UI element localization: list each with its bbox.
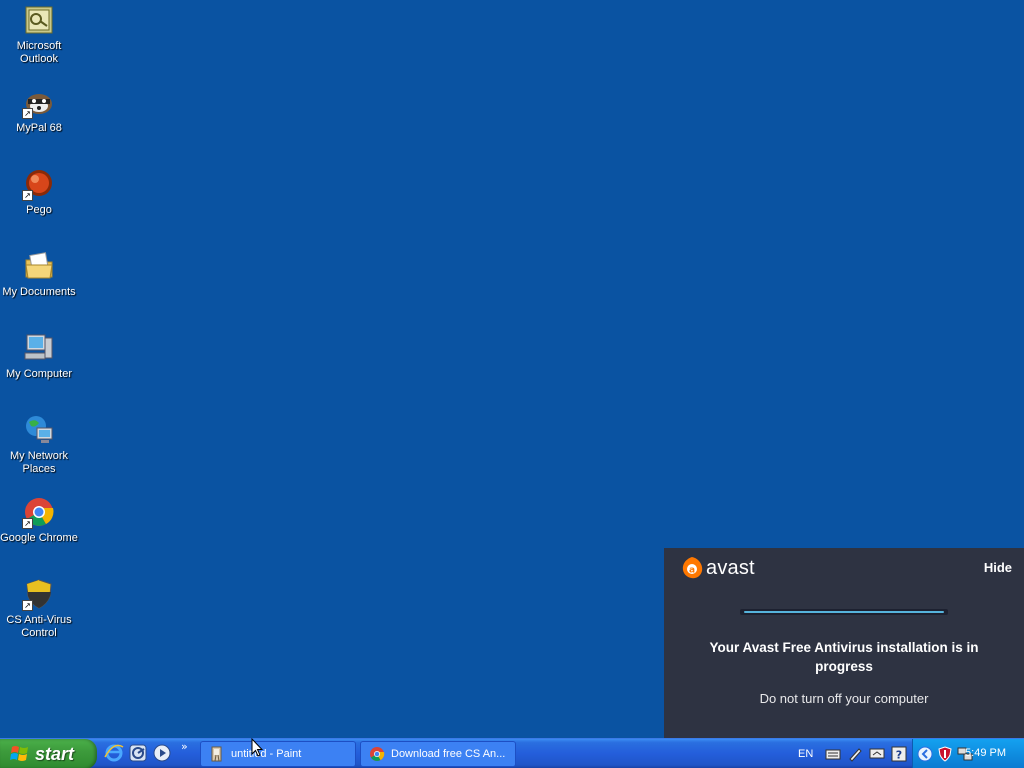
taskbar-clock[interactable]: 5:49 PM	[965, 747, 1006, 759]
install-status-subtitle: Do not turn off your computer	[759, 691, 929, 706]
chrome-icon: ↗	[22, 496, 55, 529]
shortcut-arrow-icon: ↗	[22, 108, 33, 119]
shortcut-arrow-icon: ↗	[22, 600, 33, 611]
chevron-left-icon[interactable]	[917, 746, 933, 762]
desktop-icon-my-computer[interactable]: My Computer	[0, 332, 78, 381]
taskbar: start » untitled - Paint Download free C…	[0, 738, 1024, 768]
desktop-icon-my-documents[interactable]: My Documents	[0, 250, 78, 299]
outlook-icon	[23, 4, 55, 36]
desktop-icon-label: Google Chrome	[0, 532, 78, 544]
desktop-icon-cs-antivirus[interactable]: ↗ CS Anti-Virus Control	[0, 578, 78, 640]
install-status-title: Your Avast Free Antivirus installation i…	[709, 640, 979, 674]
mouse-cursor-icon	[251, 738, 263, 757]
desktop-icon-label: Pego	[26, 204, 52, 216]
media-player-icon[interactable]	[152, 743, 172, 763]
shortcut-arrow-icon: ↗	[22, 518, 33, 529]
computer-icon	[23, 332, 55, 364]
quick-launch-chevron[interactable]: »	[181, 740, 188, 753]
network-icon	[23, 414, 55, 446]
avast-install-popup: a avast Hide Your Avast Free Antivirus i…	[664, 548, 1024, 738]
pego-icon: ↗	[22, 168, 55, 201]
desktop-icon-label: My Computer	[5, 368, 73, 380]
desktop-icon-mypal[interactable]: ↗ MyPal 68	[0, 86, 78, 135]
desktop-icon-google-chrome[interactable]: ↗ Google Chrome	[0, 496, 78, 545]
help-icon[interactable]: ?	[891, 746, 907, 762]
svg-text:?: ?	[896, 749, 902, 762]
taskbar-button-label: Download free CS An...	[391, 748, 506, 760]
desktop-icon-label: My Documents	[2, 286, 76, 298]
taskbar-button-label: untitled - Paint	[231, 748, 302, 760]
desktop-icon-pego[interactable]: ↗ Pego	[0, 168, 78, 217]
documents-folder-icon	[23, 250, 55, 282]
language-bar: EN ?	[792, 739, 912, 768]
desktop-icon-label: CS Anti-Virus Control	[6, 614, 72, 639]
paint-icon	[211, 746, 222, 762]
shield-icon: ↗	[22, 578, 55, 611]
taskbar-button-paint[interactable]: untitled - Paint	[200, 741, 356, 767]
desktop-icon-label: Microsoft Outlook	[16, 40, 62, 65]
windows-flag-icon	[10, 746, 28, 761]
mypal-icon: ↗	[22, 86, 55, 119]
system-tray: 5:49 PM	[912, 739, 1024, 768]
desktop-icon-label: MyPal 68	[16, 122, 62, 134]
avast-logo-icon: a	[680, 556, 704, 580]
keyboard-icon[interactable]	[825, 746, 841, 762]
avast-logo: a avast	[680, 556, 755, 580]
install-progress-bar	[740, 609, 948, 615]
browser-icon[interactable]	[128, 743, 148, 763]
desktop-icon-my-network-places[interactable]: My Network Places	[0, 414, 78, 476]
chrome-icon	[370, 747, 385, 761]
monitor-icon[interactable]	[869, 746, 885, 762]
avast-brand-text: avast	[706, 556, 755, 579]
avast-shield-icon[interactable]	[937, 746, 953, 762]
taskbar-button-chrome[interactable]: Download free CS An...	[360, 741, 516, 767]
desktop-icon-label: My Network Places	[9, 450, 69, 475]
start-label: start	[35, 743, 75, 764]
language-indicator[interactable]: EN	[798, 748, 813, 760]
quick-launch-bar	[104, 743, 172, 763]
pen-icon[interactable]	[847, 746, 863, 762]
start-button[interactable]: start	[0, 739, 97, 768]
desktop-icon-microsoft-outlook[interactable]: Microsoft Outlook	[0, 4, 78, 66]
hide-button[interactable]: Hide	[984, 560, 1012, 575]
shortcut-arrow-icon: ↗	[22, 190, 33, 201]
internet-explorer-icon[interactable]	[104, 743, 124, 763]
svg-text:a: a	[689, 566, 695, 576]
install-progress-fill	[744, 611, 944, 613]
